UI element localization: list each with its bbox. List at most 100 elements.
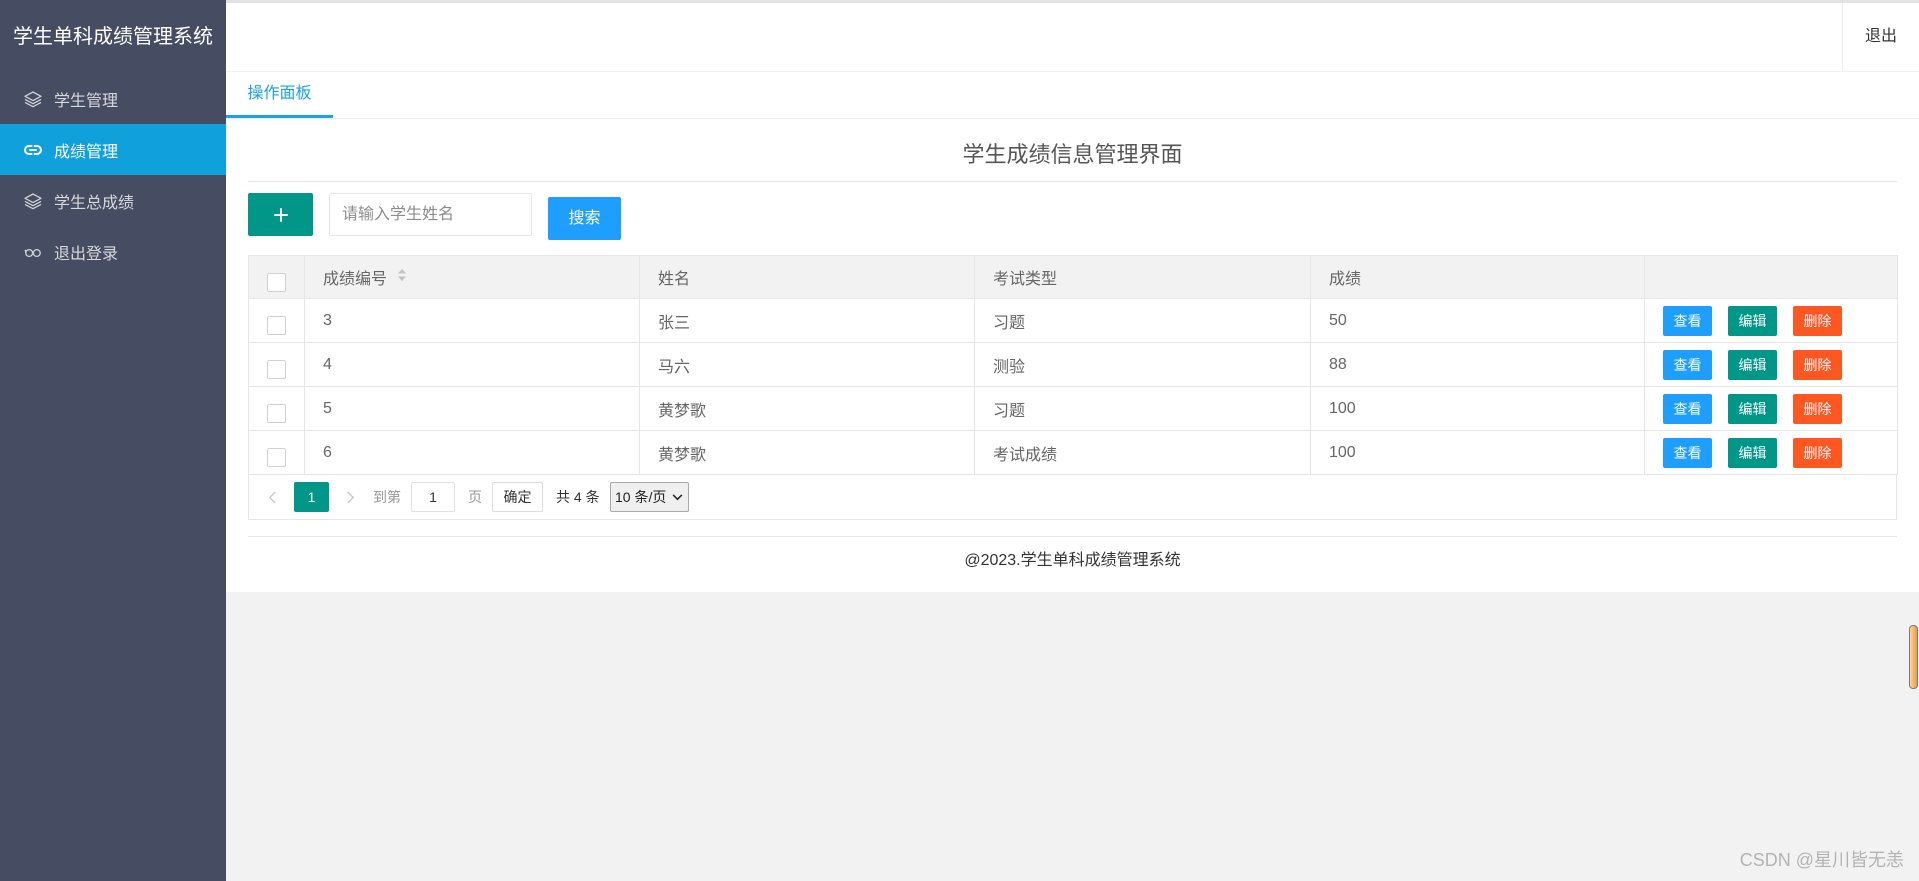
row-checkbox[interactable] [267, 316, 286, 335]
row-actions-cell: 查看 编辑 删除 [1644, 342, 1898, 387]
row-checkbox[interactable] [267, 448, 286, 467]
goto-confirm-button[interactable]: 确定 [492, 482, 543, 512]
score-data-table: 成绩编号 姓名 考试类型 成绩 3 张三 习题 50 查看 编辑 删除 4 马六… [248, 255, 1898, 475]
table-row: 3 张三 习题 50 查看 编辑 删除 [248, 298, 1898, 343]
view-button[interactable]: 查看 [1663, 437, 1712, 468]
edit-button[interactable]: 编辑 [1728, 393, 1777, 424]
sidebar-item-label: 退出登录 [54, 245, 119, 263]
row-checkbox[interactable] [267, 360, 286, 379]
score-id-cell: 6 [304, 430, 640, 475]
sidebar-item-label: 成绩管理 [54, 143, 119, 161]
pagination: 1 到第 页 确定 共 4 条 10 条/页 [248, 475, 1897, 520]
sidebar-item-score-management[interactable]: 成绩管理 [0, 124, 226, 175]
page-title: 学生成绩信息管理界面 [962, 142, 1183, 167]
exam-type-cell: 考试成绩 [974, 430, 1311, 475]
chevron-left-icon [268, 491, 277, 504]
column-header-actions [1644, 255, 1898, 299]
sidebar-menu: 学生管理 成绩管理 学生总成绩 退出登录 [0, 73, 226, 277]
watermark: CSDN @星川皆无恙 [1739, 850, 1904, 870]
column-header-score: 成绩 [1310, 255, 1645, 299]
table-row: 4 马六 测验 88 查看 编辑 删除 [248, 342, 1898, 387]
score-id-cell: 3 [304, 298, 640, 343]
column-header-name: 姓名 [639, 255, 975, 299]
student-name-cell: 黄梦歌 [639, 386, 975, 431]
row-checkbox-cell [248, 298, 305, 343]
logout-link[interactable]: 退出 [1842, 3, 1919, 71]
total-count-label: 共 4 条 [556, 489, 600, 505]
row-checkbox-cell [248, 342, 305, 387]
layers-icon [22, 88, 44, 110]
column-header-label: 成绩编号 [323, 270, 388, 288]
delete-button[interactable]: 删除 [1793, 393, 1842, 424]
score-cell: 100 [1310, 386, 1645, 431]
row-checkbox[interactable] [267, 404, 286, 423]
page-size-value: 10 条/页 [615, 489, 667, 505]
score-cell: 88 [1310, 342, 1645, 387]
chevron-right-icon [346, 491, 355, 504]
main-content: 学生成绩信息管理界面 搜索 成绩编号 姓名 考试类型 成绩 [226, 119, 1919, 592]
top-header: 退出 [226, 0, 1919, 72]
edit-button[interactable]: 编辑 [1728, 349, 1777, 380]
score-id-cell: 5 [304, 386, 640, 431]
sidebar: 学生单科成绩管理系统 学生管理 成绩管理 学生总成绩 退出登录 [0, 0, 226, 881]
student-name-search-input[interactable] [329, 193, 532, 236]
column-header-exam-type: 考试类型 [974, 255, 1311, 299]
column-header-score-id[interactable]: 成绩编号 [304, 255, 640, 299]
tab-operation-panel[interactable]: 操作面板 [226, 72, 333, 118]
student-name-cell: 马六 [639, 342, 975, 387]
tab-bar: 操作面板 [226, 72, 1919, 119]
logout-icon [22, 241, 44, 263]
plus-icon [272, 206, 290, 224]
page-size-select[interactable]: 10 条/页 [610, 482, 689, 512]
select-all-checkbox[interactable] [267, 272, 286, 292]
sidebar-item-label: 学生总成绩 [54, 194, 135, 212]
prev-page-button[interactable] [266, 475, 278, 519]
sidebar-item-student-total-score[interactable]: 学生总成绩 [0, 175, 226, 226]
row-checkbox-cell [248, 386, 305, 431]
row-actions: 查看 编辑 删除 [1663, 437, 1879, 468]
sidebar-item-logout[interactable]: 退出登录 [0, 226, 226, 277]
row-actions-cell: 查看 编辑 删除 [1644, 430, 1898, 475]
score-id-cell: 4 [304, 342, 640, 387]
footer-copyright: @2023.学生单科成绩管理系统 [964, 552, 1181, 569]
sidebar-item-label: 学生管理 [54, 92, 119, 110]
student-name-cell: 黄梦歌 [639, 430, 975, 475]
page-unit-label: 页 [468, 489, 482, 505]
next-page-button[interactable] [344, 475, 356, 519]
table-header-row: 成绩编号 姓名 考试类型 成绩 [248, 255, 1898, 299]
app-title: 学生单科成绩管理系统 [13, 26, 213, 48]
table-row: 6 黄梦歌 考试成绩 100 查看 编辑 删除 [248, 430, 1898, 475]
view-button[interactable]: 查看 [1663, 349, 1712, 380]
layers-icon [22, 190, 44, 212]
table-row: 5 黄梦歌 习题 100 查看 编辑 删除 [248, 386, 1898, 431]
row-actions: 查看 编辑 删除 [1663, 349, 1879, 380]
goto-page-label: 到第 [373, 489, 401, 505]
row-checkbox-cell [248, 430, 305, 475]
delete-button[interactable]: 删除 [1793, 437, 1842, 468]
delete-button[interactable]: 删除 [1793, 305, 1842, 336]
page-number-current[interactable]: 1 [294, 482, 329, 512]
student-name-cell: 张三 [639, 298, 975, 343]
link-icon [22, 139, 44, 161]
score-cell: 100 [1310, 430, 1645, 475]
score-table: 成绩编号 姓名 考试类型 成绩 3 张三 习题 50 查看 编辑 删除 4 马六… [248, 255, 1898, 520]
chevron-down-icon [672, 493, 683, 501]
row-actions: 查看 编辑 删除 [1663, 393, 1879, 424]
exam-type-cell: 测验 [974, 342, 1311, 387]
add-score-button[interactable] [248, 193, 313, 236]
footer-divider [248, 536, 1897, 537]
goto-page-input[interactable] [411, 482, 455, 512]
edit-button[interactable]: 编辑 [1728, 437, 1777, 468]
select-all-cell [248, 255, 305, 299]
delete-button[interactable]: 删除 [1793, 349, 1842, 380]
exam-type-cell: 习题 [974, 386, 1311, 431]
sidebar-item-student-management[interactable]: 学生管理 [0, 73, 226, 124]
row-actions-cell: 查看 编辑 删除 [1644, 386, 1898, 431]
view-button[interactable]: 查看 [1663, 393, 1712, 424]
search-button[interactable]: 搜索 [548, 197, 621, 240]
view-button[interactable]: 查看 [1663, 305, 1712, 336]
sort-icon[interactable] [397, 268, 407, 287]
scrollbar-thumb[interactable] [1909, 625, 1918, 689]
edit-button[interactable]: 编辑 [1728, 305, 1777, 336]
exam-type-cell: 习题 [974, 298, 1311, 343]
